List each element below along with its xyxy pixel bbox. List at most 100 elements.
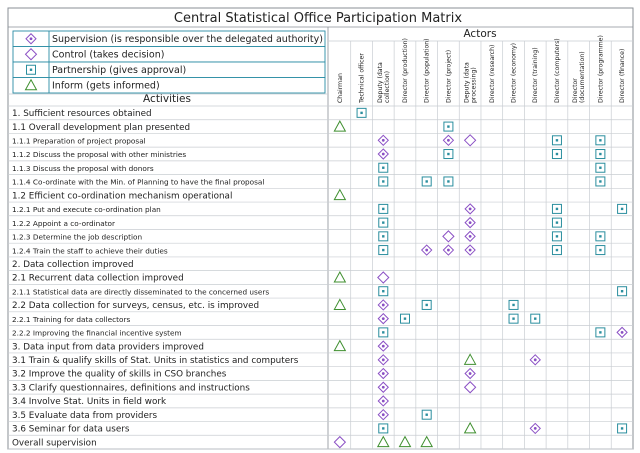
actor-label: Director (population)	[424, 38, 431, 103]
inform-icon	[376, 435, 390, 448]
actor-label: Chairman	[337, 73, 344, 103]
control-icon	[463, 381, 477, 394]
partnership-icon	[595, 149, 606, 160]
activity-row: 1.2.4 Train the staff to achieve their d…	[12, 244, 606, 256]
legend-label: Inform (gets informed)	[52, 81, 160, 92]
actor-header: Technical officer	[359, 53, 366, 104]
inform-icon	[333, 339, 347, 352]
activities-header: Activities	[143, 93, 191, 105]
partnership-icon	[595, 245, 606, 256]
actor-header: Director (finance)	[619, 49, 626, 103]
activity-row: 2.2 Data collection for surveys, census,…	[12, 298, 519, 311]
supervision-icon	[464, 216, 476, 229]
actor-header: Director (documentation)	[572, 51, 586, 103]
activity-label: 3.3 Clarify questionnaires, definitions …	[12, 383, 250, 393]
actor-header: Chairman	[337, 73, 344, 103]
participation-matrix: Central Statistical Office Participation…	[7, 7, 634, 450]
partnership-icon	[378, 245, 389, 256]
partnership-icon	[551, 135, 562, 146]
inform-icon	[333, 298, 347, 310]
actor-headers: Chairman Technical officer Deputy (data col…	[337, 35, 626, 104]
actor-label: Deputy (data	[464, 62, 471, 103]
activity-label: 1.1.4 Co-ordinate with the Min. of Plann…	[12, 178, 264, 187]
actor-label: Deputy (data	[377, 62, 384, 103]
actor-label: (documentation)	[579, 51, 586, 103]
activity-row: 2.1 Recurrent data collection improved	[12, 270, 390, 284]
activity-row: 3. Data input from data providers improv…	[12, 339, 389, 352]
activity-row: 2.2.1 Training for data collectors	[12, 312, 541, 325]
supervision-icon	[377, 340, 389, 352]
matrix-title: Central Statistical Office Participation…	[174, 11, 462, 26]
legend-label: Supervision (is responsible over the del…	[52, 34, 323, 45]
partnership-icon	[551, 231, 562, 242]
actor-label: Director (computers)	[554, 38, 561, 103]
actor-header: Director (economy)	[511, 43, 518, 103]
partnership-icon	[617, 423, 628, 434]
control-icon	[377, 271, 390, 284]
partnership-icon	[595, 231, 606, 242]
actor-label: Director (economy)	[511, 43, 518, 103]
partnership-icon	[508, 299, 519, 310]
control-icon	[463, 134, 477, 147]
partnership-icon	[443, 121, 454, 132]
supervision-icon	[377, 354, 389, 366]
partnership-icon	[378, 231, 389, 242]
partnership-icon	[551, 245, 562, 256]
partnership-icon	[443, 176, 454, 187]
inform-icon	[333, 188, 347, 201]
inform-icon	[398, 435, 412, 448]
partnership-icon	[508, 313, 519, 324]
activity-label: 3.2 Improve the quality of skills in CSO…	[12, 370, 227, 380]
control-icon	[442, 230, 455, 243]
legend-item: Inform (gets informed)	[12, 77, 326, 94]
partnership-icon	[551, 203, 562, 214]
activity-row: 3.4 Involve Stat. Units in field work	[12, 395, 389, 407]
activity-row: 3.3 Clarify questionnaires, definitions …	[12, 381, 477, 394]
activity-row: 1.2.2 Appoint a co-ordinator	[12, 216, 562, 229]
partnership-icon	[378, 286, 389, 297]
partnership-icon	[378, 162, 389, 173]
supervision-icon	[377, 367, 389, 380]
activity-label: 2. Data collection improved	[12, 260, 134, 270]
partnership-icon	[551, 149, 562, 160]
partnership-icon	[443, 149, 454, 160]
activity-label: 2.2 Data collection for surveys, census,…	[12, 301, 259, 311]
partnership-icon	[595, 162, 606, 173]
activity-row: 1.2.3 Determine the job description	[12, 230, 606, 243]
supervision-icon	[616, 326, 628, 339]
activity-label: 1.1 Overall development plan presented	[12, 123, 190, 133]
legend-item: Partnership (gives approval)	[12, 61, 326, 78]
actor-header: Deputy (data collection)	[377, 62, 391, 103]
activity-label: 1.2.2 Appoint a co-ordinator	[12, 219, 115, 228]
actors-header: Actors	[463, 28, 496, 40]
supervision-icon	[464, 244, 476, 256]
activity-label: 1.2.3 Determine the job description	[12, 233, 142, 242]
supervision-icon	[464, 230, 476, 243]
legend-label: Control (takes decision)	[52, 50, 164, 61]
partnership-icon	[617, 286, 628, 297]
legend: Supervision (is responsible over the del…	[12, 30, 326, 94]
activity-row: 1.1.4 Co-ordinate with the Min. of Plann…	[12, 176, 606, 187]
legend-label: Partnership (gives approval)	[52, 65, 186, 76]
supervision-icon	[464, 367, 476, 380]
partnership-icon	[378, 203, 389, 214]
partnership-icon	[378, 327, 389, 338]
actor-header: Director (training)	[532, 47, 539, 103]
supervision-icon	[377, 381, 389, 393]
activity-row: 3.6 Seminar for data users	[12, 421, 628, 435]
inform-icon	[463, 353, 477, 365]
activity-label: 3.6 Seminar for data users	[12, 425, 130, 435]
actor-label: Director (training)	[532, 47, 539, 103]
activity-row: 1.1.1 Preparation of project proposal	[12, 134, 606, 147]
activity-label: 2.1.1 Statistical data are directly diss…	[12, 287, 269, 296]
activity-row: 3.1 Train & qualify skills of Stat. Unit…	[12, 353, 541, 366]
activity-row: 2. Data collection improved	[12, 260, 134, 270]
supervision-icon	[377, 312, 389, 325]
partnership-icon	[421, 299, 432, 310]
control-icon	[333, 435, 347, 449]
partnership-icon	[421, 176, 432, 187]
supervision-icon	[442, 134, 455, 147]
activity-row: 2.2.2 Improving the financial incentive …	[12, 326, 628, 339]
activity-label: Overall supervision	[12, 438, 97, 448]
actor-label: Director (programme)	[597, 35, 604, 103]
